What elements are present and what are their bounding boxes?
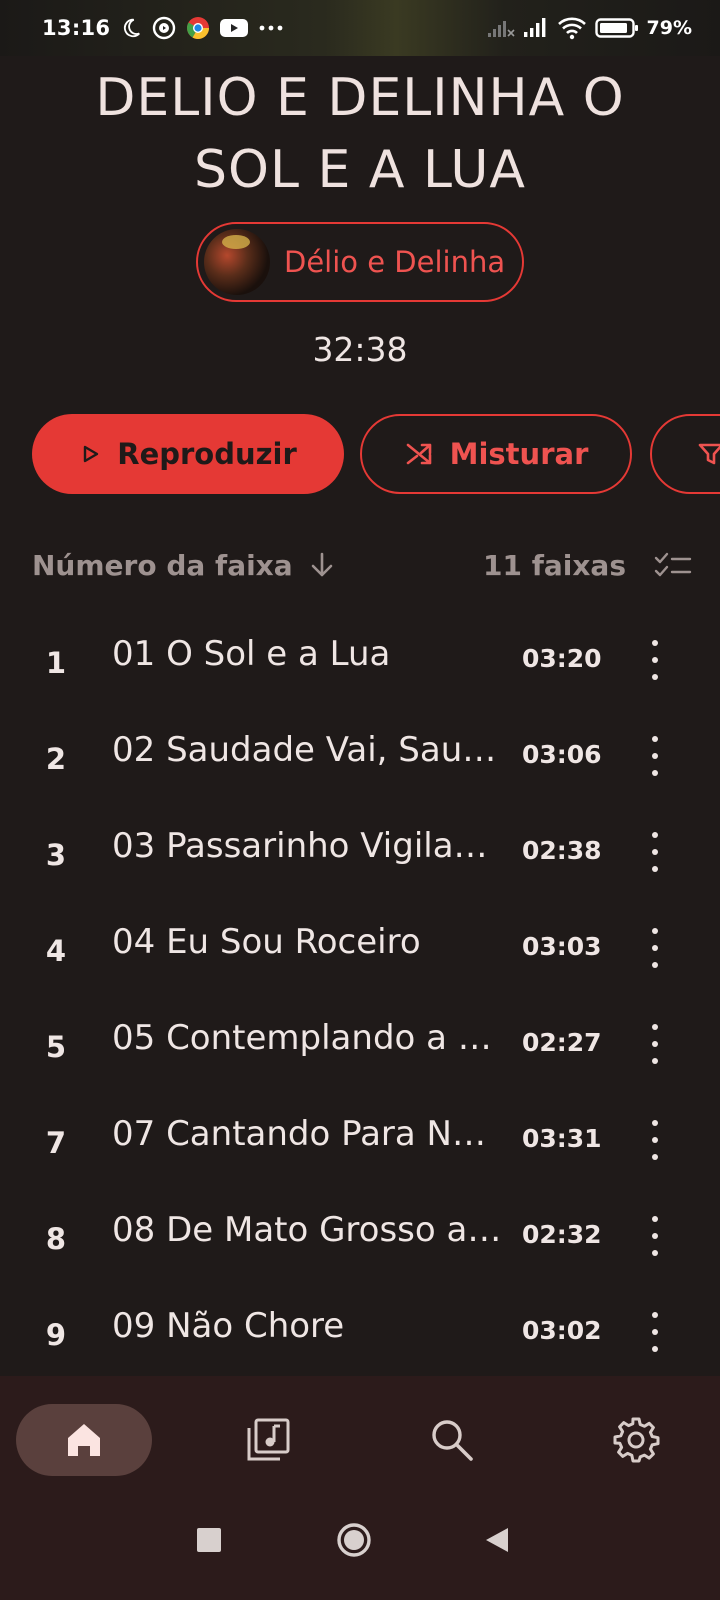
artist-avatar xyxy=(204,229,270,295)
wifi-icon xyxy=(557,16,587,40)
recents-button[interactable] xyxy=(194,1520,224,1560)
more-vert-icon[interactable] xyxy=(640,636,670,684)
battery-icon xyxy=(594,17,639,39)
track-title: 07 Cantando Para Não Chorar xyxy=(112,1114,504,1154)
track-duration: 03:20 xyxy=(522,644,602,673)
play-button[interactable]: Reproduzir xyxy=(32,414,344,494)
track-title: 02 Saudade Vai, Saudade Vem xyxy=(112,730,504,770)
track-duration: 02:32 xyxy=(522,1220,602,1249)
track-title: 03 Passarinho Vigilante xyxy=(112,826,504,866)
track-number: 1 xyxy=(45,646,67,680)
more-vert-icon[interactable] xyxy=(640,924,670,972)
system-nav-bar xyxy=(0,1506,720,1586)
battery-percent: 79% xyxy=(646,17,692,39)
back-triangle-icon xyxy=(484,1526,510,1554)
bottom-nav xyxy=(0,1376,720,1600)
signal-off-icon xyxy=(487,17,515,39)
search-icon xyxy=(429,1417,475,1463)
status-time: 13:16 xyxy=(42,16,111,40)
track-duration: 03:06 xyxy=(522,740,602,769)
track-row[interactable]: 9 09 Não Chore 03:02 xyxy=(0,1284,720,1380)
more-vert-icon[interactable] xyxy=(640,1308,670,1356)
signal-icon xyxy=(523,17,549,39)
circle-icon xyxy=(336,1522,372,1558)
track-title: 04 Eu Sou Roceiro xyxy=(112,922,421,962)
more-dots-icon xyxy=(258,23,284,33)
status-bar: 13:16 79% xyxy=(0,0,720,56)
track-title: 01 O Sol e a Lua xyxy=(112,634,391,674)
track-row[interactable]: 4 04 Eu Sou Roceiro 03:03 xyxy=(0,900,720,996)
home-icon xyxy=(62,1418,106,1462)
more-vert-icon[interactable] xyxy=(640,1212,670,1260)
sort-row: Número da faixa 11 faixas xyxy=(32,540,692,590)
nav-items xyxy=(0,1376,720,1496)
nav-library[interactable] xyxy=(200,1404,336,1476)
track-number: 2 xyxy=(45,742,67,776)
shuffle-icon xyxy=(404,439,434,469)
moon-icon xyxy=(120,17,142,39)
track-number: 5 xyxy=(45,1030,67,1064)
track-number: 3 xyxy=(45,838,67,872)
track-row[interactable]: 2 02 Saudade Vai, Saudade Vem 03:06 xyxy=(0,708,720,804)
filter-button[interactable] xyxy=(650,414,720,494)
youtube-icon xyxy=(220,17,249,39)
track-duration: 03:31 xyxy=(522,1124,602,1153)
nav-settings[interactable] xyxy=(568,1404,704,1476)
album-screen: 13:16 79% DELIO E DELINHA O SOL E A LUA … xyxy=(0,0,720,1600)
track-count: 11 faixas xyxy=(482,548,626,582)
music-library-icon xyxy=(244,1416,292,1464)
track-number: 8 xyxy=(45,1222,67,1256)
album-duration: 32:38 xyxy=(312,330,408,369)
track-number: 9 xyxy=(45,1318,67,1352)
track-row[interactable]: 1 01 O Sol e a Lua 03:20 xyxy=(0,612,720,708)
nav-home[interactable] xyxy=(16,1404,152,1476)
album-title: DELIO E DELINHA O SOL E A LUA xyxy=(95,68,625,200)
more-vert-icon[interactable] xyxy=(640,828,670,876)
track-row[interactable]: 7 07 Cantando Para Não Chorar 03:31 xyxy=(0,1092,720,1188)
gear-icon xyxy=(612,1416,660,1464)
play-label: Reproduzir xyxy=(117,437,297,471)
filter-icon xyxy=(696,439,720,469)
track-title: 09 Não Chore xyxy=(112,1306,345,1346)
track-title: 05 Contemplando a Natureza xyxy=(112,1018,504,1058)
nav-search[interactable] xyxy=(384,1404,520,1476)
sort-label[interactable]: Número da faixa xyxy=(32,549,293,582)
track-title: 08 De Mato Grosso a Goiás xyxy=(112,1210,504,1250)
arrow-down-icon[interactable] xyxy=(307,550,337,580)
track-number: 4 xyxy=(45,934,67,968)
back-button[interactable] xyxy=(482,1520,512,1560)
play-icon xyxy=(79,443,101,465)
play-circle-icon xyxy=(152,16,176,40)
track-row[interactable]: 5 05 Contemplando a Natureza 02:27 xyxy=(0,996,720,1092)
track-duration: 02:27 xyxy=(522,1028,602,1057)
track-number: 7 xyxy=(45,1126,67,1160)
status-left: 13:16 xyxy=(42,16,284,40)
track-duration: 03:02 xyxy=(522,1316,602,1345)
checklist-icon[interactable] xyxy=(654,550,692,580)
track-duration: 02:38 xyxy=(522,836,602,865)
track-row[interactable]: 8 08 De Mato Grosso a Goiás 02:32 xyxy=(0,1188,720,1284)
more-vert-icon[interactable] xyxy=(640,1116,670,1164)
more-vert-icon[interactable] xyxy=(640,732,670,780)
status-right: 79% xyxy=(487,16,692,40)
shuffle-button[interactable]: Misturar xyxy=(360,414,632,494)
track-duration: 03:03 xyxy=(522,932,602,961)
track-list: 1 01 O Sol e a Lua 03:20 2 02 Saudade Va… xyxy=(0,612,720,1380)
shuffle-label: Misturar xyxy=(449,437,589,471)
artist-name: Délio e Delinha xyxy=(284,245,506,279)
square-icon xyxy=(196,1527,222,1553)
home-system-button[interactable] xyxy=(334,1520,374,1560)
more-vert-icon[interactable] xyxy=(640,1020,670,1068)
artist-chip[interactable]: Délio e Delinha xyxy=(196,222,524,302)
track-row[interactable]: 3 03 Passarinho Vigilante 02:38 xyxy=(0,804,720,900)
chrome-icon xyxy=(186,16,210,40)
